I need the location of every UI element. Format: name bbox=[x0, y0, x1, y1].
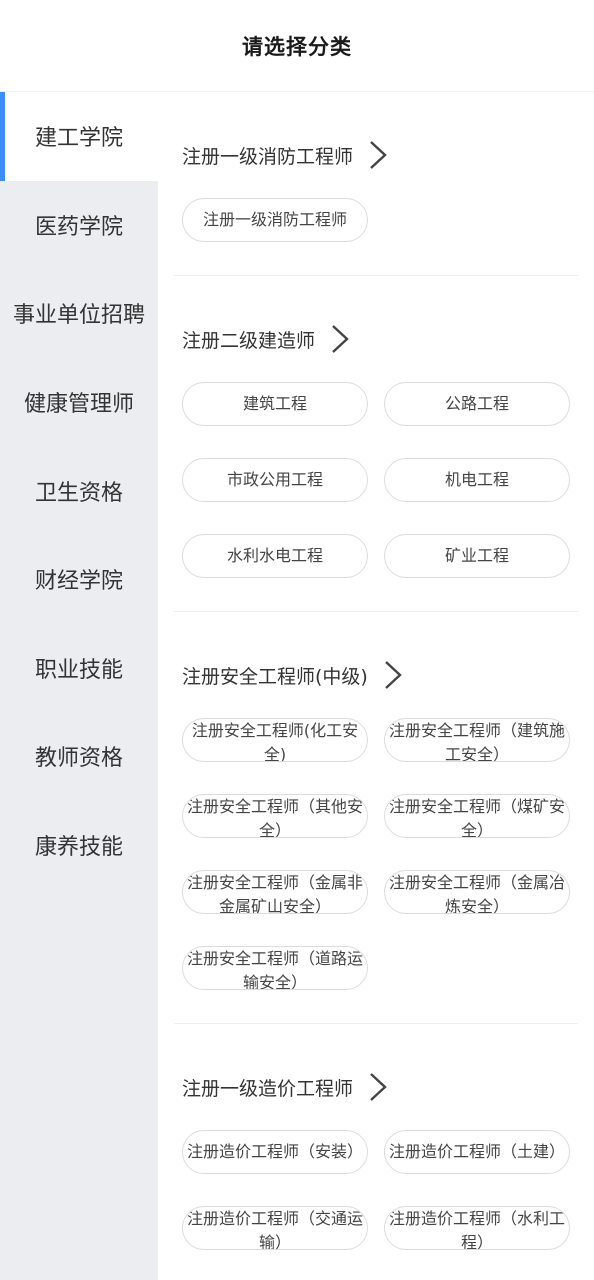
chip-label: 注册造价工程师（交通运输） bbox=[186, 1209, 363, 1250]
section-header[interactable]: 注册一级造价工程师 bbox=[182, 1057, 578, 1117]
subcategory-chip[interactable]: 注册安全工程师(化工安全) bbox=[182, 718, 368, 762]
subcategory-chip[interactable]: 水利水电工程 bbox=[182, 534, 368, 578]
category-section: 注册一级消防工程师 注册一级消防工程师 bbox=[174, 125, 578, 276]
subcategory-chip[interactable]: 注册安全工程师（道路运输安全） bbox=[182, 946, 368, 990]
chip-label: 注册安全工程师（其他安全） bbox=[186, 797, 363, 838]
subcategory-chip[interactable]: 注册造价工程师（安装） bbox=[182, 1130, 368, 1174]
sidebar-item-jiangong[interactable]: 建工学院 bbox=[0, 92, 158, 181]
category-section: 注册安全工程师(中级) 注册安全工程师(化工安全) 注册安全工程师（建筑施工安全… bbox=[174, 645, 578, 1024]
chevron-right-icon bbox=[370, 141, 387, 169]
sidebar-item-kangyang[interactable]: 康养技能 bbox=[0, 801, 158, 890]
page-title: 请选择分类 bbox=[242, 34, 352, 59]
subcategory-chip[interactable]: 注册安全工程师（其他安全） bbox=[182, 794, 368, 838]
chip-label: 注册造价工程师（水利工程） bbox=[388, 1209, 565, 1250]
subcategory-chip[interactable]: 注册造价工程师（水利工程） bbox=[384, 1206, 570, 1250]
chevron-right-icon bbox=[385, 661, 402, 689]
section-title: 注册一级消防工程师 bbox=[182, 145, 354, 168]
subcategory-chip[interactable]: 注册安全工程师（煤矿安全） bbox=[384, 794, 570, 838]
sidebar-item-yiyao[interactable]: 医药学院 bbox=[0, 181, 158, 270]
chip-label: 注册安全工程师（金属非金属矿山安全） bbox=[186, 873, 363, 914]
chip-label: 注册安全工程师（建筑施工安全） bbox=[388, 721, 565, 762]
subcategory-chip[interactable]: 机电工程 bbox=[384, 458, 570, 502]
subcategory-chip[interactable]: 注册一级消防工程师 bbox=[182, 198, 368, 242]
category-section: 注册一级造价工程师 注册造价工程师（安装） 注册造价工程师（土建） 注册造价工程… bbox=[174, 1057, 578, 1280]
subcategory-chip[interactable]: 建筑工程 bbox=[182, 382, 368, 426]
top-bar: 请选择分类 bbox=[0, 0, 594, 92]
chip-label: 注册安全工程师（金属冶炼安全） bbox=[388, 873, 565, 914]
subcategory-chip[interactable]: 公路工程 bbox=[384, 382, 570, 426]
subcategory-chip[interactable]: 市政公用工程 bbox=[182, 458, 368, 502]
subcategory-chip[interactable]: 注册安全工程师（金属非金属矿山安全） bbox=[182, 870, 368, 914]
section-header[interactable]: 注册二级建造师 bbox=[182, 309, 578, 369]
sidebar-item-weisheng[interactable]: 卫生资格 bbox=[0, 446, 158, 535]
section-header[interactable]: 注册安全工程师(中级) bbox=[182, 645, 578, 705]
sidebar-item-shiye[interactable]: 事业单位招聘 bbox=[0, 269, 158, 358]
subcategory-chip[interactable]: 注册安全工程师（金属冶炼安全） bbox=[384, 870, 570, 914]
subcategory-chip[interactable]: 注册安全工程师（建筑施工安全） bbox=[384, 718, 570, 762]
subcategory-chip[interactable]: 注册造价工程师（交通运输） bbox=[182, 1206, 368, 1250]
subcategory-chip[interactable]: 矿业工程 bbox=[384, 534, 570, 578]
chip-label: 注册安全工程师（煤矿安全） bbox=[388, 797, 565, 838]
category-section: 注册二级建造师 建筑工程 公路工程 市政公用工程 机电工程 水利水电工程 矿业工… bbox=[174, 309, 578, 612]
sidebar-item-jiaoshi[interactable]: 教师资格 bbox=[0, 712, 158, 801]
section-title: 注册二级建造师 bbox=[182, 329, 316, 352]
section-header[interactable]: 注册一级消防工程师 bbox=[182, 125, 578, 185]
category-sidebar: 建工学院 医药学院 事业单位招聘 健康管理师 卫生资格 财经学院 职业技能 教师… bbox=[0, 92, 158, 1280]
chip-label: 注册安全工程师(化工安全) bbox=[191, 721, 359, 762]
chip-label: 注册安全工程师（道路运输安全） bbox=[186, 949, 363, 990]
sidebar-item-jiankang[interactable]: 健康管理师 bbox=[0, 358, 158, 447]
sidebar-item-zhiye[interactable]: 职业技能 bbox=[0, 624, 158, 713]
chevron-right-icon bbox=[370, 1073, 387, 1101]
sidebar-item-caijing[interactable]: 财经学院 bbox=[0, 535, 158, 624]
category-content: 注册一级消防工程师 注册一级消防工程师 注册二级建造师 建筑工程 公路工程 市政… bbox=[158, 92, 594, 1280]
section-title: 注册安全工程师(中级) bbox=[182, 665, 368, 688]
chevron-right-icon bbox=[332, 325, 349, 353]
subcategory-chip[interactable]: 注册造价工程师（土建） bbox=[384, 1130, 570, 1174]
section-title: 注册一级造价工程师 bbox=[182, 1077, 354, 1100]
